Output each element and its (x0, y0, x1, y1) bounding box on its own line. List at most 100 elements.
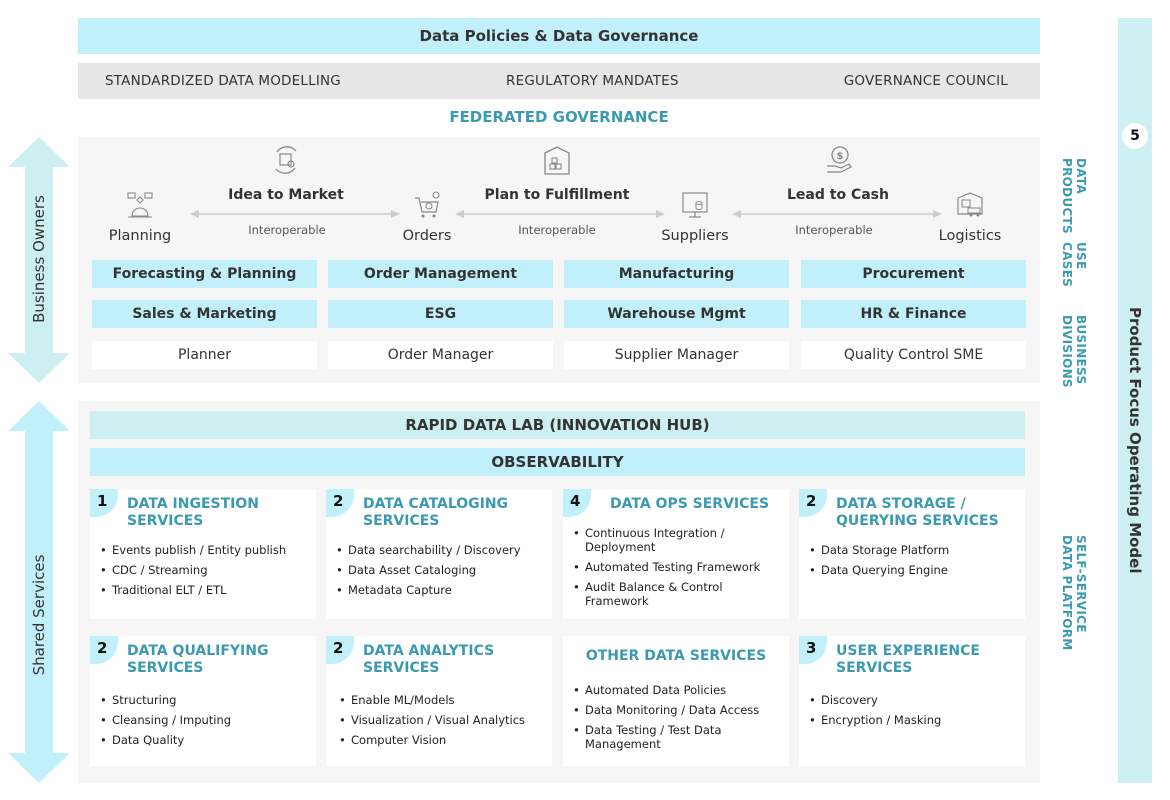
service-item: Enable ML/Models (339, 693, 546, 707)
count-badge: 2 (326, 636, 354, 664)
use-case-cell: Sales & Marketing (92, 300, 317, 328)
role-cell: Planner (92, 341, 317, 369)
service-card-other: OTHER DATA SERVICES Automated Data Polic… (563, 636, 789, 766)
service-card-dataops: 4 DATA OPS SERVICES Continuous Integrati… (563, 489, 789, 619)
warehouse-truck-icon (957, 192, 983, 217)
link-arrow-planning-orders (190, 210, 400, 218)
federated-governance-title: FEDERATED GOVERNANCE (449, 108, 669, 126)
business-owners-label: Business Owners (30, 195, 48, 323)
service-item: Visualization / Visual Analytics (339, 713, 546, 727)
count-badge: 4 (563, 489, 591, 517)
planning-flowchart-icon (127, 192, 153, 218)
service-item: Events publish / Entity publish (100, 543, 310, 557)
service-item: Continuous Integration / Deployment (573, 526, 783, 554)
label-line: CASES (1060, 242, 1074, 288)
observability-band: OBSERVABILITY (90, 448, 1025, 476)
hand-dollar-icon: $ (827, 146, 852, 173)
process-lead-to-cash: $ Lead to Cash (738, 143, 938, 203)
role-cell: Order Manager (328, 341, 553, 369)
service-item: Audit Balance & Control Framework (573, 580, 783, 608)
label-line: PRODUCTS (1060, 158, 1074, 234)
pillar-governance-council: GOVERNANCE COUNCIL (843, 73, 1008, 89)
service-item: Data searchability / Discovery (336, 543, 546, 557)
label-line: DIVISIONS (1060, 315, 1074, 388)
count-badge: 1 (90, 489, 118, 517)
label-line: DATA (1074, 158, 1088, 195)
count-badge: 3 (799, 636, 827, 664)
service-card-analytics: 2 DATA ANALYTICS SERVICES Enable ML/Mode… (326, 636, 552, 766)
service-title: DATA OPS SERVICES (610, 496, 770, 512)
link-label: Interoperable (248, 223, 326, 237)
service-item: Data Asset Cataloging (336, 563, 546, 577)
node-label: Planning (108, 228, 172, 244)
label-line: SELF-SERVICE (1074, 535, 1088, 633)
service-card-storage: 2 DATA STORAGE / QUERYING SERVICES Data … (799, 489, 1025, 619)
service-card-user-experience: 3 USER EXPERIENCE SERVICES Discovery Enc… (799, 636, 1025, 766)
service-item: Computer Vision (339, 733, 546, 747)
use-case-cell: Procurement (801, 260, 1026, 288)
service-item: Data Quality (100, 733, 310, 747)
label-line: USE (1074, 242, 1088, 270)
service-item: Automated Testing Framework (573, 560, 783, 574)
service-card-cataloging: 2 DATA CATALOGING SERVICES Data searchab… (326, 489, 552, 619)
label-line: BUSINESS (1074, 315, 1088, 385)
svg-text:$: $ (837, 151, 844, 162)
policies-governance-bar: Data Policies & Data Governance (78, 18, 1040, 54)
service-title: OTHER DATA SERVICES (585, 648, 767, 664)
link-label: Interoperable (518, 223, 596, 237)
service-title: DATA ANALYTICS SERVICES (363, 643, 495, 676)
label-self-service-platform: SELF-SERVICE DATA PLATFORM (1060, 535, 1088, 651)
service-item: Discovery (809, 693, 1019, 707)
process-idea-to-market: Idea to Market (186, 143, 386, 203)
label-line: DATA PLATFORM (1060, 535, 1074, 651)
service-item: Structuring (100, 693, 310, 707)
count-badge: 2 (90, 636, 118, 664)
service-item: Automated Data Policies (573, 683, 783, 697)
pillar-standardized-modelling: STANDARDIZED DATA MODELLING (105, 73, 341, 89)
service-item: Metadata Capture (336, 583, 546, 597)
warehouse-boxes-icon (544, 146, 570, 175)
service-item: Data Querying Engine (809, 563, 1019, 577)
cart-gear-icon (415, 191, 440, 218)
service-item: Encryption / Masking (809, 713, 1019, 727)
use-case-cell: Forecasting & Planning (92, 260, 317, 288)
service-card-qualifying: 2 DATA QUALIFYING SERVICES Structuring C… (90, 636, 316, 766)
service-item: Data Storage Platform (809, 543, 1019, 557)
link-arrow-orders-suppliers (455, 210, 665, 218)
role-cell: Quality Control SME (801, 341, 1026, 369)
label-business-divisions: BUSINESS DIVISIONS (1060, 315, 1088, 388)
role-cell: Supplier Manager (564, 341, 789, 369)
service-title: USER EXPERIENCE SERVICES (836, 643, 980, 676)
model-number-badge: 5 (1122, 123, 1148, 149)
pillar-regulatory-mandates: REGULATORY MANDATES (506, 73, 679, 89)
operating-model-title: Product Focus Operating Model (1126, 306, 1144, 574)
service-card-ingestion: 1 DATA INGESTION SERVICES Events publish… (90, 489, 316, 619)
rapid-data-lab-band: RAPID DATA LAB (INNOVATION HUB) (90, 411, 1025, 439)
shared-services-label: Shared Services (30, 554, 48, 676)
process-label: Idea to Market (228, 187, 344, 203)
policies-title: Data Policies & Data Governance (419, 27, 699, 45)
use-case-cell: Warehouse Mgmt (564, 300, 789, 328)
service-item: Data Testing / Test Data Management (573, 723, 783, 751)
governance-pillars-bar: STANDARDIZED DATA MODELLING REGULATORY M… (78, 63, 1040, 99)
service-item: CDC / Streaming (100, 563, 310, 577)
use-case-cell: ESG (328, 300, 553, 328)
process-plan-to-fulfillment: Plan to Fulfillment (457, 143, 657, 203)
service-title: DATA INGESTION SERVICES (127, 496, 259, 529)
service-title: DATA QUALIFYING SERVICES (127, 643, 269, 676)
link-label: Interoperable (795, 223, 873, 237)
label-data-products: DATA PRODUCTS (1060, 158, 1088, 234)
use-case-cell: HR & Finance (801, 300, 1026, 328)
use-case-cell: Manufacturing (564, 260, 789, 288)
node-planning: Planning (85, 190, 195, 244)
process-label: Plan to Fulfillment (484, 187, 630, 203)
use-case-cell: Order Management (328, 260, 553, 288)
service-item: Data Monitoring / Data Access (573, 703, 783, 717)
service-title: DATA CATALOGING SERVICES (363, 496, 509, 529)
service-item: Traditional ELT / ETL (100, 583, 310, 597)
monitor-database-icon (682, 192, 708, 218)
cycle-box-gear-icon (275, 146, 297, 174)
link-arrow-suppliers-logistics (732, 210, 942, 218)
process-label: Lead to Cash (787, 187, 889, 203)
label-use-cases: USE CASES (1060, 242, 1088, 287)
